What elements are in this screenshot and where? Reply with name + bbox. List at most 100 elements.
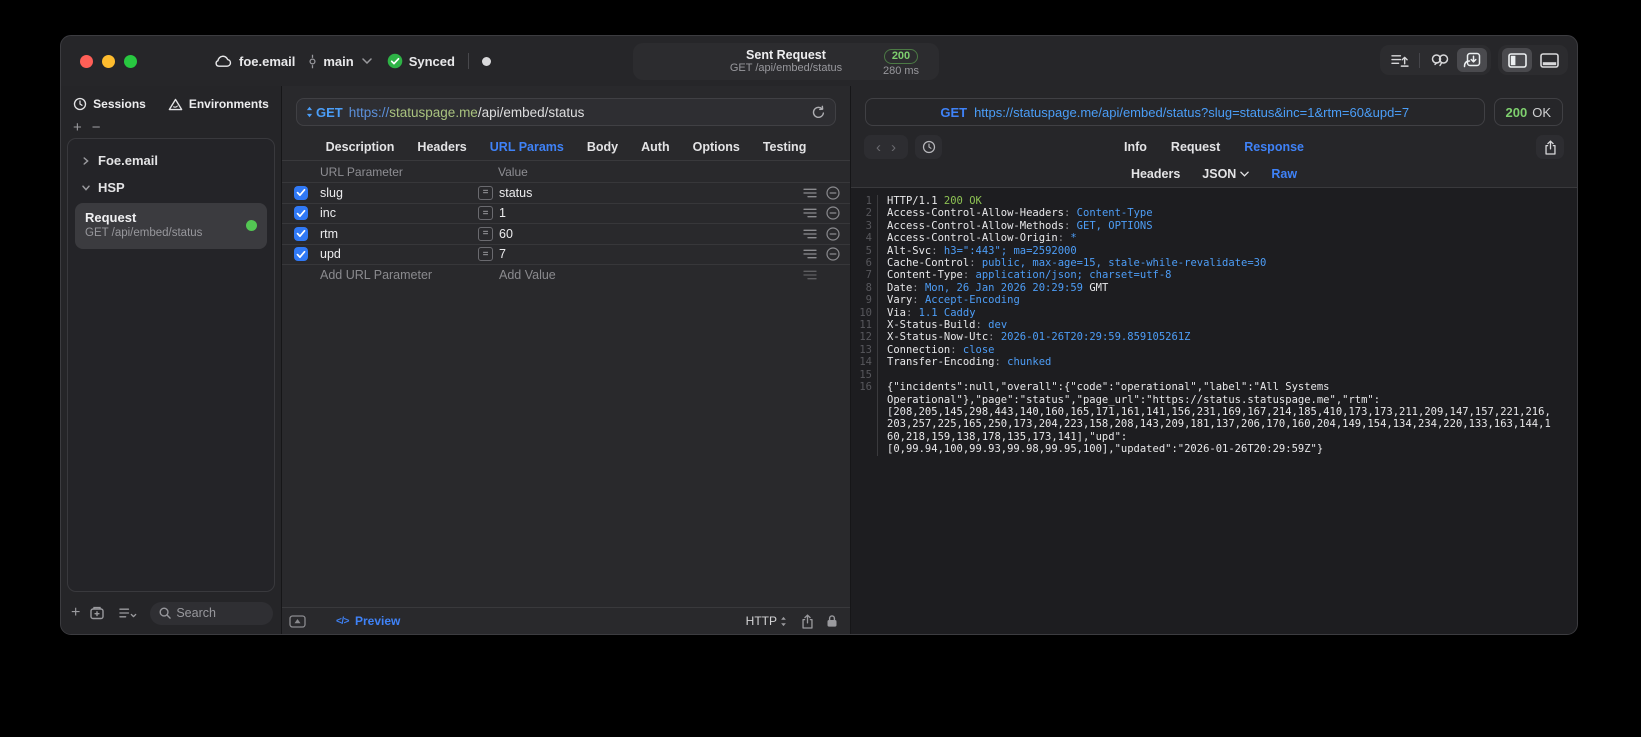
response-url-pill[interactable]: GET https://statuspage.me/api/embed/stat… (865, 98, 1485, 126)
request-tab-body[interactable]: Body (587, 140, 618, 154)
column-header-value: Value (498, 164, 528, 179)
response-tab-request[interactable]: Request (1171, 140, 1220, 154)
line-number: 3 (851, 219, 878, 233)
remove-param-button[interactable] (826, 206, 840, 220)
param-checkbox[interactable] (294, 226, 308, 241)
param-value-input[interactable]: 60 (499, 227, 803, 241)
sent-request-status-pill[interactable]: Sent Request GET /api/embed/status 200 2… (633, 43, 939, 80)
project-menu[interactable]: foe.email (213, 54, 295, 69)
response-tab-info[interactable]: Info (1124, 140, 1147, 154)
chevron-down-icon (1240, 171, 1250, 177)
tab-environments[interactable]: Environments (168, 97, 269, 111)
line-number: 13 (851, 343, 878, 357)
response-body-line: Operational"},"page":"status","page_url"… (851, 393, 1577, 406)
param-name-input[interactable]: upd (320, 247, 478, 261)
request-tab-url-params[interactable]: URL Params (490, 140, 564, 154)
param-name-input[interactable]: slug (320, 186, 478, 200)
param-menu-icon[interactable] (803, 208, 817, 218)
list-sort-icon (119, 607, 137, 619)
request-tab-testing[interactable]: Testing (763, 140, 807, 154)
layout-sidebar-left-icon (1507, 52, 1527, 68)
request-list-item-selected[interactable]: Request GET /api/embed/status (75, 203, 267, 249)
response-subtab-headers[interactable]: Headers (1131, 167, 1180, 181)
response-subtab-raw[interactable]: Raw (1271, 167, 1297, 181)
tab-sessions[interactable]: Sessions (73, 97, 146, 111)
param-menu-icon[interactable] (803, 249, 817, 259)
equals-icon: = (478, 226, 493, 241)
remove-param-button[interactable] (826, 227, 840, 241)
sidebar-group-hsp[interactable]: HSP (73, 174, 269, 201)
response-subtab-json[interactable]: JSON (1202, 167, 1250, 181)
history-forward-button[interactable]: › (891, 139, 896, 156)
lock-icon[interactable] (826, 614, 838, 628)
remove-param-button[interactable] (826, 247, 840, 261)
request-tab-options[interactable]: Options (693, 140, 740, 154)
tools-separator (1419, 52, 1420, 68)
import-button[interactable] (1384, 48, 1414, 72)
response-body-line: 6 Cache-Control: public, max-age=15, stal… (851, 257, 1577, 270)
zoom-window-button[interactable] (124, 54, 137, 68)
param-value-input[interactable]: 1 (499, 206, 803, 220)
line-number: 12 (851, 331, 878, 344)
close-window-button[interactable] (80, 54, 93, 68)
response-body-line: 4 Access-Control-Allow-Origin: * (851, 232, 1577, 245)
request-duration: 280 ms (882, 65, 920, 77)
search-input[interactable] (176, 606, 264, 620)
line-number: 6 (851, 257, 878, 270)
line-number (851, 405, 878, 419)
toggle-left-sidebar-button[interactable] (1502, 48, 1532, 72)
param-checkbox[interactable] (294, 185, 308, 200)
response-status-text: OK (1532, 104, 1551, 120)
preview-button[interactable]: </> Preview (336, 614, 400, 628)
param-menu-icon[interactable] (803, 229, 817, 239)
request-url-bar[interactable]: GET https://statuspage.me/api/embed/stat… (296, 98, 836, 126)
add-group-button[interactable] (89, 606, 105, 620)
response-body-line: 11 X-Status-Build: dev (851, 319, 1577, 332)
param-checkbox[interactable] (294, 206, 308, 221)
param-value-input[interactable]: 7 (499, 247, 803, 261)
sidebar-add-button[interactable]: + (73, 120, 82, 136)
history-back-button[interactable]: ‹ (876, 139, 881, 156)
request-tab-description[interactable]: Description (326, 140, 395, 154)
app-window: foe.email main Synced Sent Request GET /… (60, 35, 1578, 635)
response-body[interactable]: 1 HTTP/1.1 200 OK 2 Access-Control-Allow-He… (851, 188, 1577, 634)
response-body-line: [0,99.94,100,99.93,99.98,99.95,100],"upd… (851, 443, 1577, 456)
url-host: statuspage.me (389, 104, 478, 120)
param-checkbox[interactable] (294, 247, 308, 262)
request-tab-auth[interactable]: Auth (641, 140, 669, 154)
response-tab-response[interactable]: Response (1244, 140, 1304, 154)
line-number (851, 430, 878, 444)
sidebar-remove-button[interactable]: − (92, 120, 101, 136)
param-name-input[interactable]: inc (320, 206, 478, 220)
add-request-button[interactable]: + (71, 605, 80, 621)
remove-param-button[interactable] (826, 186, 840, 200)
sidebar-search[interactable] (150, 601, 273, 625)
sort-options-button[interactable] (119, 607, 137, 619)
traffic-lights (80, 54, 137, 68)
protocol-selector[interactable]: HTTP (746, 614, 787, 628)
add-param-name-placeholder[interactable]: Add URL Parameter (320, 268, 478, 282)
method-selector[interactable]: GET (306, 105, 343, 120)
send-to-window-button[interactable] (1457, 48, 1487, 72)
param-name-input[interactable]: rtm (320, 227, 478, 241)
share-request-button[interactable] (801, 614, 814, 629)
minimize-window-button[interactable] (102, 54, 115, 68)
line-number (851, 418, 878, 431)
share-response-button[interactable] (1536, 135, 1564, 159)
response-body-line: 3 Access-Control-Allow-Methods: GET, OPTI… (851, 219, 1577, 233)
resend-button[interactable] (811, 105, 826, 120)
history-button[interactable] (915, 135, 942, 159)
param-menu-icon[interactable] (803, 188, 817, 198)
toggle-bottom-panel-button[interactable] (1534, 48, 1564, 72)
titlebar-tools (1380, 45, 1568, 75)
sync-status[interactable]: Synced (387, 53, 455, 69)
branch-selector[interactable]: main (308, 54, 372, 69)
collapse-editor-button[interactable] (289, 614, 306, 628)
unlink-button[interactable] (1425, 48, 1455, 72)
request-url-input[interactable]: https://statuspage.me/api/embed/status (349, 105, 805, 120)
add-param-value-placeholder[interactable]: Add Value (499, 268, 803, 282)
column-header-url-parameter: URL Parameter (320, 164, 403, 179)
param-value-input[interactable]: status (499, 186, 803, 200)
sidebar-group-foe-email[interactable]: Foe.email (73, 147, 269, 174)
request-tab-headers[interactable]: Headers (417, 140, 466, 154)
